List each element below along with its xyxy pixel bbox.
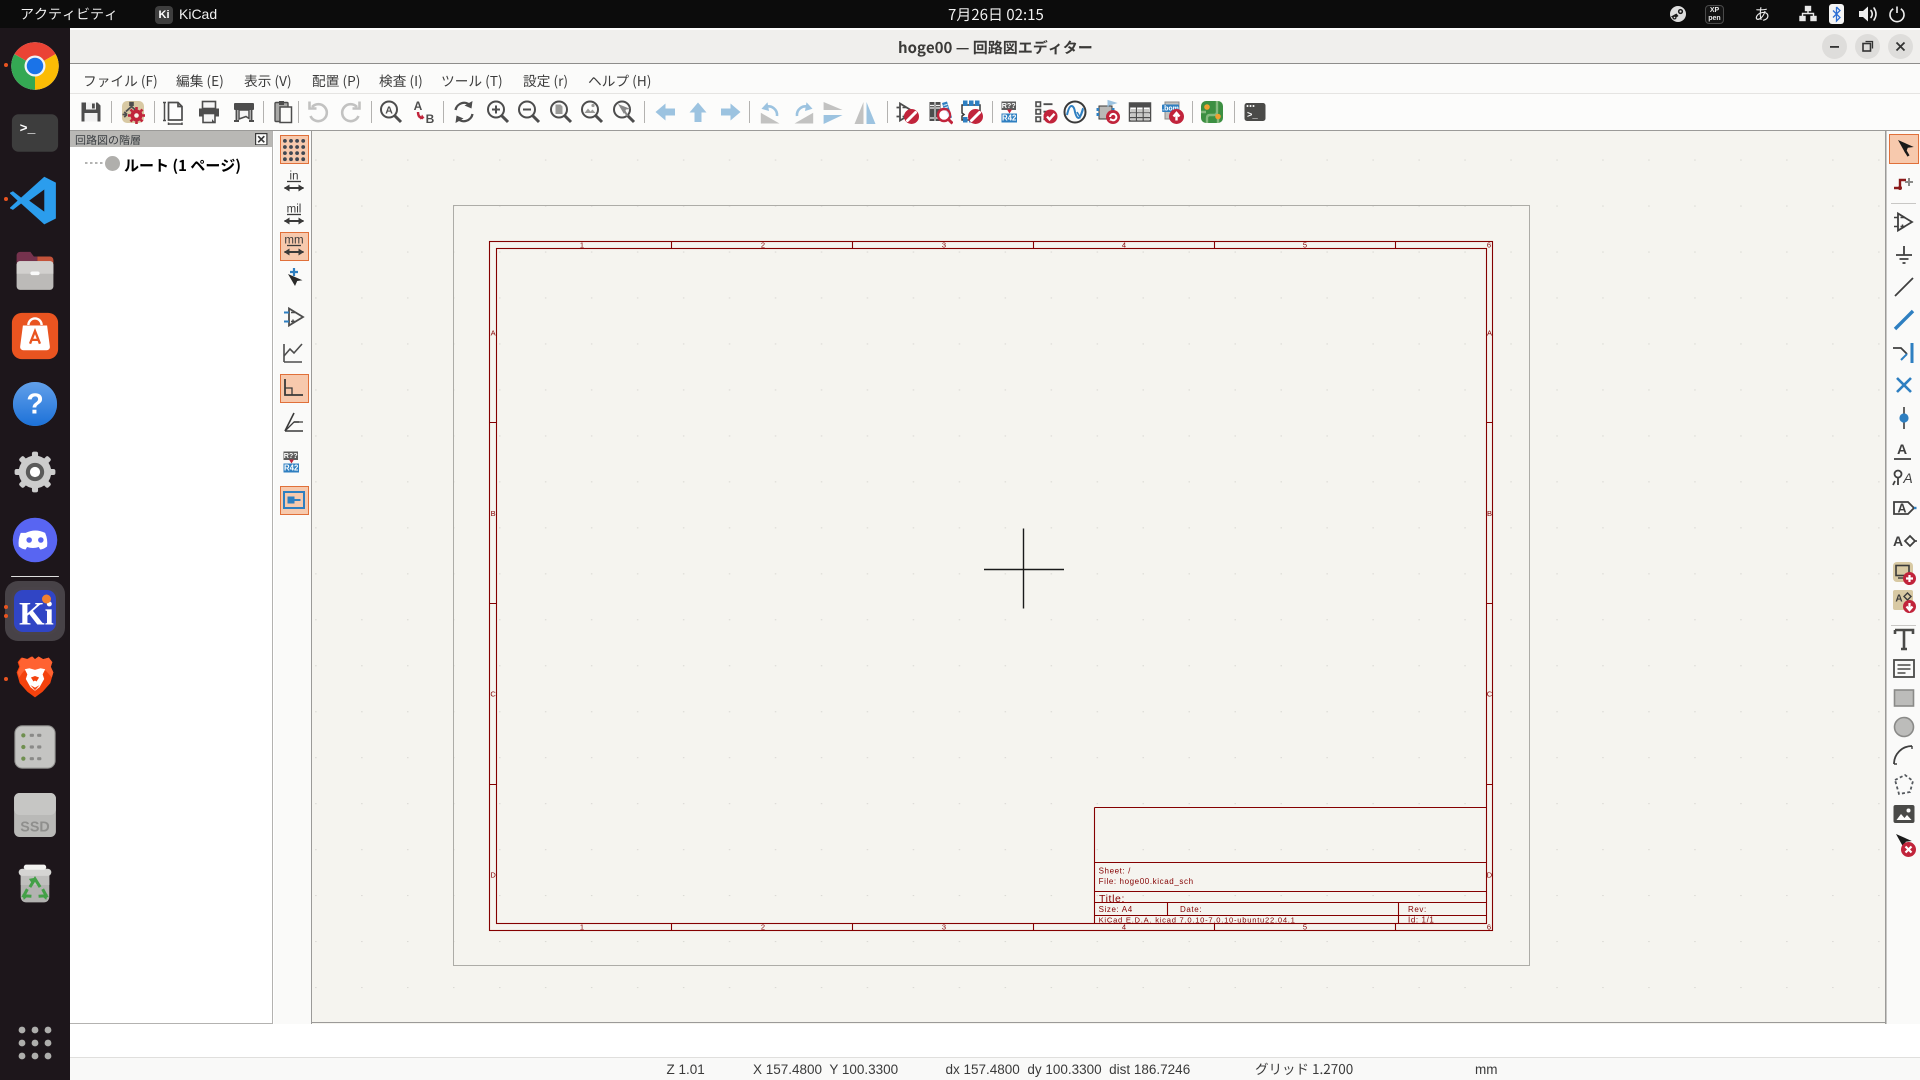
svg-text:R42: R42 [1002, 114, 1017, 123]
svg-text:C: C [490, 690, 496, 699]
svg-text:4: 4 [1122, 240, 1126, 249]
svg-text:SSD: SSD [20, 820, 49, 836]
svg-text:File: hoge00.kicad_sch: File: hoge00.kicad_sch [1099, 877, 1194, 886]
svg-text:A: A [1902, 470, 1912, 486]
svg-text:Date:: Date: [1180, 905, 1202, 914]
svg-text:R42: R42 [284, 464, 299, 473]
svg-text:R??: R?? [1002, 101, 1016, 110]
svg-text:Id: 1/1: Id: 1/1 [1408, 915, 1434, 924]
svg-text:B: B [491, 509, 496, 518]
svg-text:D: D [490, 871, 496, 880]
svg-text:3: 3 [942, 240, 946, 249]
svg-text:1: 1 [580, 240, 584, 249]
svg-text:Sheet: /: Sheet: / [1099, 867, 1132, 876]
svg-text:Size: A4: Size: A4 [1099, 905, 1133, 914]
svg-text:A: A [385, 105, 393, 117]
svg-text:A: A [1892, 533, 1902, 549]
svg-text:6: 6 [1487, 240, 1491, 249]
svg-text:A: A [1897, 501, 1906, 515]
svg-text:C: C [1487, 690, 1493, 699]
svg-text:3: 3 [942, 922, 946, 931]
svg-text:mm: mm [284, 235, 303, 247]
svg-text:B: B [1487, 509, 1492, 518]
svg-text:D: D [1487, 871, 1493, 880]
svg-text:2: 2 [761, 240, 765, 249]
svg-text:in: in [290, 171, 299, 183]
svg-text:1: 1 [580, 922, 584, 931]
svg-text:A: A [414, 99, 423, 113]
svg-text:A: A [1896, 441, 1906, 457]
svg-text:>_: >_ [20, 121, 36, 136]
svg-text:mil: mil [287, 204, 302, 216]
svg-text:A: A [491, 329, 496, 338]
svg-text:5: 5 [1303, 922, 1307, 931]
svg-text:B: B [426, 112, 435, 125]
svg-text:>_: >_ [1247, 111, 1258, 121]
svg-text:A: A [1487, 329, 1492, 338]
svg-text:Title:: Title: [1099, 893, 1125, 905]
svg-text:KiCad E.D.A. kicad 7.0.10-7.0: KiCad E.D.A. kicad 7.0.10-7.0.10-ubuntu2… [1099, 915, 1296, 924]
svg-text:5: 5 [1303, 240, 1307, 249]
svg-text:2: 2 [761, 922, 765, 931]
svg-text:A: A [1895, 594, 1902, 605]
svg-text:Rev:: Rev: [1408, 905, 1427, 914]
svg-text:6: 6 [1487, 922, 1491, 931]
svg-text:R??: R?? [284, 451, 298, 460]
svg-text:?: ? [26, 388, 43, 420]
